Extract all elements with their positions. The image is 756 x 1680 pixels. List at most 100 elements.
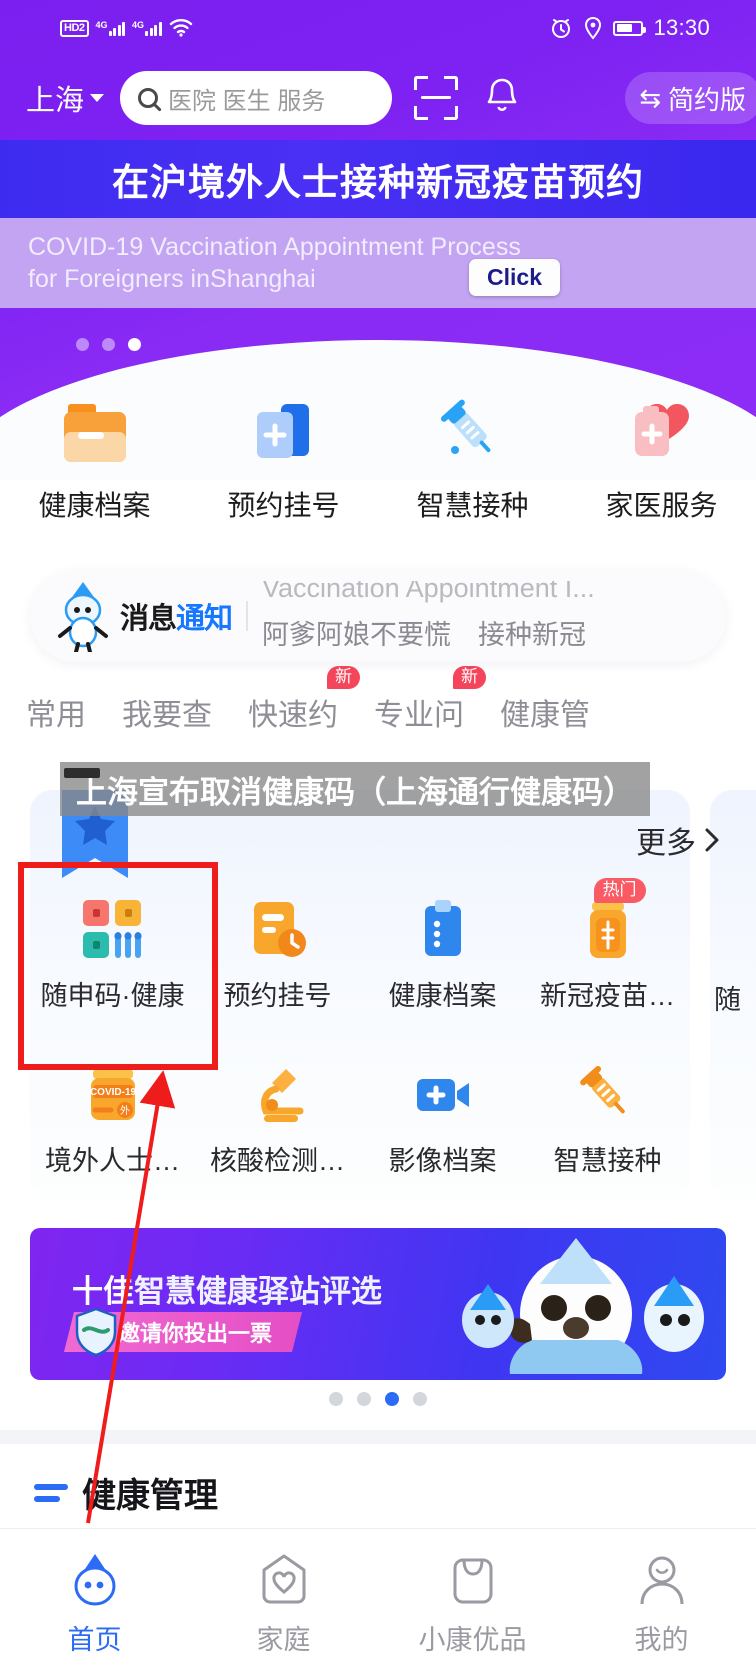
clipboard-icon bbox=[411, 898, 475, 962]
promo-title-rest: 智慧健康驿站评选 bbox=[134, 1274, 382, 1309]
promo-dots bbox=[0, 1392, 756, 1406]
app-screen: HD2 4G 4G 13:30 上海 医院 医生 服务 ⇆ 简约版 在沪境外人士… bbox=[0, 0, 756, 1680]
heart-plus-icon bbox=[625, 396, 699, 470]
tab-jiankangguan[interactable]: 健康管 bbox=[500, 690, 590, 734]
quick-action-health-record[interactable]: 健康档案 bbox=[0, 396, 189, 524]
battery-icon bbox=[613, 20, 647, 36]
tab-badge-new: 新 bbox=[453, 666, 486, 689]
tab-changyong[interactable]: 常用 bbox=[26, 690, 86, 734]
service-item-label: 智慧接种 bbox=[553, 1146, 662, 1176]
quick-action-label: 家医服务 bbox=[605, 490, 718, 521]
category-tabs: 常用 我要查 快速约新 专业问新 健康管 bbox=[0, 666, 756, 734]
badge-hot: 热门 bbox=[593, 878, 646, 903]
banner-dot-1[interactable] bbox=[76, 338, 89, 351]
nav-item-home[interactable]: 首页 bbox=[0, 1552, 189, 1657]
appointment-card-icon bbox=[247, 396, 321, 470]
service-item-hesuanjiance[interactable]: 核酸检测… bbox=[195, 1045, 360, 1178]
city-label: 上海 bbox=[26, 85, 85, 117]
nav-label: 首页 bbox=[67, 1625, 122, 1655]
hd-voice-icon: HD2 bbox=[60, 19, 89, 37]
nav-label: 小康优品 bbox=[418, 1625, 527, 1655]
svg-text:外: 外 bbox=[120, 1105, 130, 1117]
microscope-icon bbox=[246, 1063, 310, 1127]
promo-title-highlight: 十佳 bbox=[72, 1274, 134, 1309]
banner-dot-2[interactable] bbox=[102, 338, 115, 351]
chevron-right-icon bbox=[705, 828, 719, 852]
signal-2-icon: 4G bbox=[132, 20, 162, 36]
service-item-label: 核酸检测… bbox=[210, 1146, 345, 1176]
quick-action-vaccination[interactable]: 智慧接种 bbox=[378, 396, 567, 524]
alarm-icon bbox=[552, 19, 571, 38]
quick-action-label: 智慧接种 bbox=[416, 490, 529, 521]
service-item-peek-label[interactable]: 随 bbox=[714, 978, 741, 1017]
syringe-orange-icon bbox=[576, 1063, 640, 1127]
tab-zhuanyewen[interactable]: 专业问新 bbox=[374, 666, 486, 734]
bell-icon[interactable] bbox=[482, 74, 522, 123]
nav-item-family[interactable]: 家庭 bbox=[189, 1552, 378, 1657]
banner-dot-3[interactable] bbox=[128, 338, 141, 351]
notice-divider bbox=[246, 601, 249, 631]
more-link[interactable]: 更多 bbox=[636, 818, 720, 862]
bottom-navigation: 首页 家庭 小康优品 我的 bbox=[0, 1528, 756, 1680]
svg-text:COVID-19: COVID-19 bbox=[89, 1087, 136, 1098]
promo-dot-4[interactable] bbox=[413, 1392, 427, 1406]
search-icon bbox=[138, 88, 159, 108]
banner-title-area: 在沪境外人士接种新冠疫苗预约 bbox=[0, 140, 756, 218]
section-bars-icon bbox=[34, 1483, 68, 1502]
section-health-management: 健康管理 bbox=[34, 1468, 218, 1517]
family-house-heart-icon bbox=[262, 1554, 305, 1604]
tab-woyaocha[interactable]: 我要查 bbox=[122, 690, 212, 734]
promo-dot-2[interactable] bbox=[357, 1392, 371, 1406]
nav-item-mine[interactable]: 我的 bbox=[567, 1552, 756, 1657]
promo-dot-1[interactable] bbox=[329, 1392, 343, 1406]
quick-action-label: 健康档案 bbox=[38, 490, 151, 521]
scan-code-icon[interactable] bbox=[414, 76, 459, 120]
shield-icon bbox=[75, 1307, 117, 1357]
banner-dots bbox=[76, 338, 141, 351]
watermark-overlay: 上海宣布取消健康码（上海通行健康码） bbox=[60, 762, 650, 816]
service-item-xinguanyimiao[interactable]: 热门 新冠疫苗… bbox=[525, 878, 690, 1013]
service-item-label: 影像档案 bbox=[388, 1146, 497, 1176]
service-item-zhihuijiezhong[interactable]: 智慧接种 bbox=[525, 1045, 690, 1178]
app-header: 上海 医院 医生 服务 ⇆ 简约版 bbox=[0, 62, 756, 134]
tab-kuaisuyue[interactable]: 快速约新 bbox=[248, 666, 360, 734]
quick-action-family-doctor[interactable]: 家医服务 bbox=[567, 396, 756, 524]
promo-banner[interactable]: 十佳智慧健康驿站评选 邀请你投出一票 bbox=[30, 1228, 726, 1380]
search-placeholder: 医院 医生 服务 bbox=[168, 87, 326, 115]
quick-actions: 健康档案 预约挂号 智慧接种 家医服务 bbox=[0, 396, 756, 524]
promo-dot-3[interactable] bbox=[385, 1392, 399, 1406]
service-item-label: 新冠疫苗… bbox=[540, 981, 675, 1011]
location-pin-icon bbox=[585, 16, 602, 40]
hero-banner[interactable]: 在沪境外人士接种新冠疫苗预约 COVID-19 Vaccination Appo… bbox=[0, 140, 756, 308]
service-item-yuyueguahao[interactable]: 预约挂号 bbox=[195, 880, 360, 1013]
city-selector[interactable]: 上海 bbox=[26, 77, 105, 119]
search-input[interactable]: 医院 医生 服务 bbox=[120, 71, 393, 125]
service-item-label: 健康档案 bbox=[388, 981, 497, 1011]
appointment-doc-clock-icon bbox=[246, 898, 310, 962]
service-item-label: 预约挂号 bbox=[223, 981, 332, 1011]
simple-mode-button[interactable]: ⇆ 简约版 bbox=[625, 72, 756, 124]
service-item-label: 境外人士… bbox=[45, 1146, 180, 1176]
status-bar-right: 13:30 bbox=[549, 15, 710, 41]
highlight-box bbox=[18, 862, 218, 1070]
notice-title-blue: 通知 bbox=[176, 603, 233, 635]
notice-bar[interactable]: 消息通知 Vaccination Appointment I... 阿爹阿娘不要… bbox=[30, 570, 726, 662]
mascot-bird-icon bbox=[58, 582, 108, 652]
service-item-jiankangdangan[interactable]: 健康档案 bbox=[360, 880, 525, 1013]
banner-title-cn: 在沪境外人士接种新冠疫苗预约 bbox=[112, 162, 644, 203]
watermark-dash bbox=[64, 768, 100, 778]
watermark-text: 上海宣布取消健康码（上海通行健康码） bbox=[76, 774, 634, 810]
syringe-icon bbox=[436, 396, 510, 470]
notice-title: 消息通知 bbox=[120, 595, 233, 637]
banner-subtitle-area: COVID-19 Vaccination Appointment Process… bbox=[0, 218, 756, 308]
person-icon bbox=[640, 1556, 683, 1605]
vaccine-bottle-icon: 热门 bbox=[576, 878, 646, 962]
nav-item-shop[interactable]: 小康优品 bbox=[378, 1552, 567, 1657]
banner-click-button[interactable]: Click bbox=[469, 259, 560, 296]
service-item-yingxiangdangan[interactable]: 影像档案 bbox=[360, 1045, 525, 1178]
chevron-down-icon bbox=[90, 94, 105, 102]
banner-subtitle-line2: for Foreigners inShanghai bbox=[28, 265, 316, 293]
quick-action-appointment[interactable]: 预约挂号 bbox=[189, 396, 378, 524]
notice-line-2: 阿爹阿娘不要慌 接种新冠 bbox=[262, 620, 587, 650]
notice-title-black: 消息 bbox=[120, 603, 177, 635]
